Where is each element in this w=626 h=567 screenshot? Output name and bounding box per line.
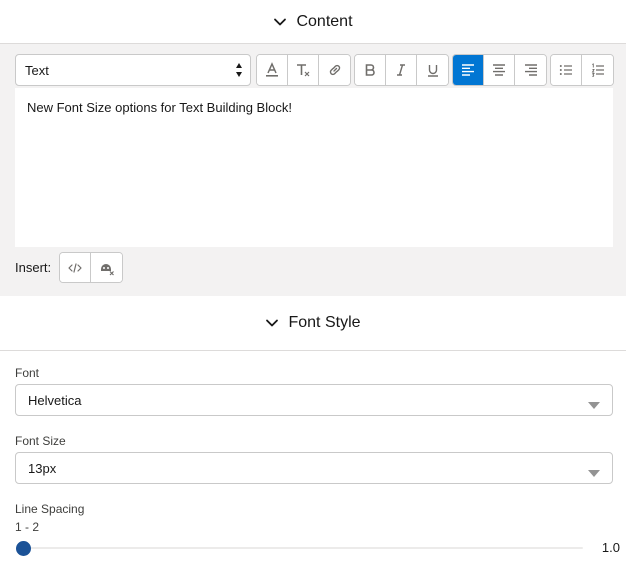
underline-button[interactable] [417,55,448,85]
align-left-button[interactable] [453,55,484,85]
align-right-button[interactable] [515,55,546,85]
font-size-select[interactable]: 13px [15,452,613,484]
align-left-icon [462,64,474,76]
line-spacing-label: Line Spacing [15,502,85,516]
rich-text-editor: Text New Font Size options for Text Buil… [0,44,626,296]
content-section-header[interactable]: Content [0,0,626,44]
caret-down-icon [588,466,600,481]
code-icon [68,262,82,273]
editor-text: New Font Size options for Text Building … [27,100,292,115]
underline-icon [427,65,438,77]
chevron-down-icon [273,15,287,29]
insert-row: Insert: [15,252,124,283]
numbered-list-icon [591,63,604,77]
caret-down-icon [588,398,600,413]
align-center-icon [493,64,505,76]
font-style-section-header[interactable]: Font Style [0,296,626,351]
line-spacing-slider-thumb[interactable] [15,541,31,556]
bullet-list-icon [559,65,572,75]
italic-button[interactable] [386,55,417,85]
align-center-button[interactable] [484,55,515,85]
block-format-select[interactable]: Text [15,54,251,86]
line-spacing-slider-track[interactable] [23,547,583,549]
insert-button-group [59,252,124,283]
insert-label: Insert: [15,260,52,275]
style-button-group [354,54,449,86]
editor-text-area[interactable]: New Font Size options for Text Building … [15,88,613,247]
line-spacing-range: 1 - 2 [15,520,40,534]
font-style-section-title: Font Style [288,314,361,331]
line-spacing-value: 1.0 [601,540,620,555]
text-color-icon [266,62,278,77]
text-color-button[interactable] [257,55,288,85]
remove-format-icon [297,64,310,77]
link-button[interactable] [319,55,350,85]
link-icon [329,64,340,76]
italic-icon [397,64,405,76]
font-select[interactable]: Helvetica [15,384,613,416]
list-button-group [550,54,614,86]
format-button-group [256,54,351,86]
font-size-label: Font Size [15,434,66,448]
align-button-group [452,54,547,86]
align-right-icon [524,64,537,76]
chevron-down-icon [265,316,279,330]
font-size-value: 13px [28,460,57,476]
select-arrows-icon [235,62,243,78]
block-format-value: Text [25,62,49,78]
font-label: Font [15,366,40,380]
insert-code-button[interactable] [60,253,92,282]
insert-merge-field-button[interactable] [91,253,123,282]
content-section-title: Content [296,12,353,30]
bullet-list-button[interactable] [551,55,582,85]
bold-button[interactable] [355,55,386,85]
bold-icon [365,64,375,76]
numbered-list-button[interactable] [582,55,613,85]
font-value: Helvetica [28,392,82,408]
remove-format-button[interactable] [288,55,319,85]
merge-field-icon [100,263,114,275]
